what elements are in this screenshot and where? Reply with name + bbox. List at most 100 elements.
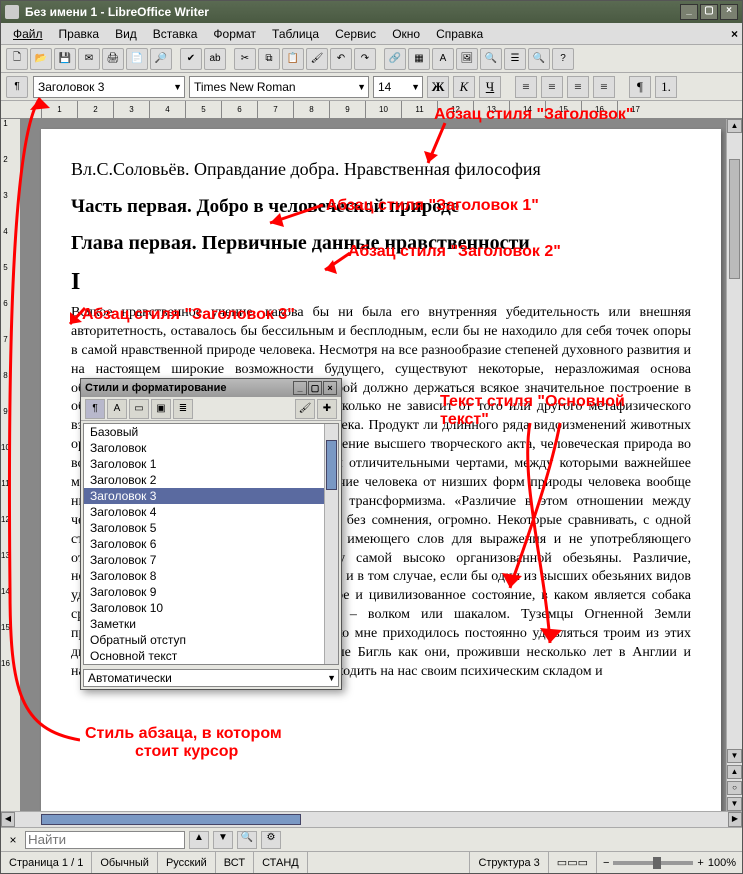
- new-style-icon[interactable]: ✚: [317, 399, 337, 419]
- status-insert-mode[interactable]: ВСТ: [216, 852, 254, 873]
- paragraph-styles-icon[interactable]: ¶: [85, 399, 105, 419]
- align-right-button[interactable]: ≡: [567, 76, 589, 98]
- A-button[interactable]: A: [432, 48, 454, 70]
- style-item[interactable]: Заголовок 3: [84, 488, 338, 504]
- table-button[interactable]: ▦: [408, 48, 430, 70]
- zoom-slider[interactable]: [613, 861, 693, 865]
- new-button[interactable]: 🗋: [6, 48, 28, 70]
- menu-file[interactable]: Файл: [5, 25, 51, 43]
- redo-button[interactable]: ↷: [354, 48, 376, 70]
- status-page-style[interactable]: Обычный: [92, 852, 158, 873]
- menu-tools[interactable]: Сервис: [327, 25, 384, 43]
- gallery-button[interactable]: 🖼: [456, 48, 478, 70]
- style-item[interactable]: Основной текст: [84, 648, 338, 664]
- scroll-down-arrow[interactable]: ▼: [727, 749, 742, 763]
- panel-titlebar[interactable]: Стили и форматирование _ ▢ ×: [81, 379, 341, 397]
- menu-view[interactable]: Вид: [107, 25, 145, 43]
- style-item[interactable]: Заголовок 2: [84, 472, 338, 488]
- style-item[interactable]: Заголовок: [84, 440, 338, 456]
- style-item[interactable]: Базовый: [84, 424, 338, 440]
- save-button[interactable]: 💾: [54, 48, 76, 70]
- underline-button[interactable]: Ч: [479, 76, 501, 98]
- paste-button[interactable]: 📋: [282, 48, 304, 70]
- align-left-button[interactable]: ≡: [515, 76, 537, 98]
- preview-button[interactable]: 🔎: [150, 48, 172, 70]
- pdf-button[interactable]: 📄: [126, 48, 148, 70]
- style-item[interactable]: Заголовок 6: [84, 536, 338, 552]
- panel-minimize-button[interactable]: _: [293, 381, 307, 395]
- status-outline[interactable]: Структура 3: [470, 852, 548, 873]
- vertical-ruler[interactable]: 12345678910111213141516: [1, 119, 21, 811]
- paragraph-style-combo[interactable]: Заголовок 3 ▼: [33, 76, 185, 98]
- copy-button[interactable]: ⧉: [258, 48, 280, 70]
- style-item[interactable]: Заголовок 4: [84, 504, 338, 520]
- italic-button[interactable]: К: [453, 76, 475, 98]
- styles-list[interactable]: БазовыйЗаголовокЗаголовок 1Заголовок 2За…: [83, 423, 339, 665]
- style-item[interactable]: Заголовок 8: [84, 568, 338, 584]
- menu-insert[interactable]: Вставка: [145, 25, 206, 43]
- horizontal-scrollbar[interactable]: ◀ ▶: [1, 811, 742, 827]
- help-button[interactable]: ?: [552, 48, 574, 70]
- find-input[interactable]: [25, 831, 185, 849]
- page-styles-icon[interactable]: ▣: [151, 399, 171, 419]
- nav-target-button[interactable]: ○: [727, 781, 742, 795]
- zoom-value[interactable]: 100%: [708, 857, 736, 869]
- spell-button[interactable]: ✔: [180, 48, 202, 70]
- horizontal-scroll-thumb[interactable]: [41, 814, 301, 825]
- menu-help[interactable]: Справка: [428, 25, 491, 43]
- numbering-button[interactable]: 1.: [655, 76, 677, 98]
- document-close-icon[interactable]: ×: [731, 27, 738, 41]
- mail-button[interactable]: ✉: [78, 48, 100, 70]
- fill-format-icon[interactable]: 🖌: [295, 399, 315, 419]
- link-button[interactable]: 🔗: [384, 48, 406, 70]
- styles-list-scrollbar[interactable]: [324, 424, 338, 664]
- doc-heading-3[interactable]: I: [71, 269, 691, 296]
- line-spacing-button[interactable]: ¶: [629, 76, 651, 98]
- print-button[interactable]: 🖨: [102, 48, 124, 70]
- style-item[interactable]: Заголовок 10: [84, 600, 338, 616]
- style-item[interactable]: Заголовок 9: [84, 584, 338, 600]
- cut-button[interactable]: ✂: [234, 48, 256, 70]
- find-close-icon[interactable]: ×: [5, 833, 21, 847]
- doc-heading-2[interactable]: Глава первая. Первичные данные нравствен…: [71, 232, 691, 255]
- status-view-layout[interactable]: ▭▭▭: [549, 852, 597, 873]
- menu-table[interactable]: Таблица: [264, 25, 327, 43]
- menu-window[interactable]: Окно: [384, 25, 428, 43]
- find-options-button[interactable]: ⚙: [261, 831, 281, 849]
- bold-button[interactable]: Ж: [427, 76, 449, 98]
- status-language[interactable]: Русский: [158, 852, 216, 873]
- find-next-button[interactable]: ▼: [213, 831, 233, 849]
- brush-button[interactable]: 🖌: [306, 48, 328, 70]
- style-item[interactable]: Заголовок 7: [84, 552, 338, 568]
- open-button[interactable]: 📂: [30, 48, 52, 70]
- find-button[interactable]: 🔍: [480, 48, 502, 70]
- status-selection-mode[interactable]: СТАНД: [254, 852, 308, 873]
- status-page[interactable]: Страница 1 / 1: [1, 852, 92, 873]
- font-name-combo[interactable]: Times New Roman ▼: [189, 76, 369, 98]
- scroll-up-arrow[interactable]: ▲: [727, 119, 742, 133]
- undo-button[interactable]: ↶: [330, 48, 352, 70]
- zoom-control[interactable]: − + 100%: [597, 857, 742, 869]
- vertical-scrollbar[interactable]: ▲ ▼ ▲ ○ ▼: [726, 119, 742, 811]
- font-size-combo[interactable]: 14 ▼: [373, 76, 423, 98]
- maximize-button[interactable]: ▢: [700, 4, 718, 20]
- autospell-button[interactable]: ab: [204, 48, 226, 70]
- page-up-button[interactable]: ▲: [727, 765, 742, 779]
- close-button[interactable]: ×: [720, 4, 738, 20]
- scroll-right-arrow[interactable]: ▶: [728, 812, 742, 827]
- zoom-out-icon[interactable]: −: [603, 857, 609, 869]
- titlebar[interactable]: Без имени 1 - LibreOffice Writer _ ▢ ×: [1, 1, 742, 23]
- vertical-scroll-thumb[interactable]: [729, 159, 740, 279]
- horizontal-ruler[interactable]: 1234567891011121314151617: [1, 101, 742, 119]
- menu-edit[interactable]: Правка: [51, 25, 108, 43]
- styles-filter-combo[interactable]: Автоматически ▼: [83, 669, 339, 687]
- menu-format[interactable]: Формат: [205, 25, 264, 43]
- style-item[interactable]: Заголовок 5: [84, 520, 338, 536]
- frame-styles-icon[interactable]: ▭: [129, 399, 149, 419]
- align-justify-button[interactable]: ≡: [593, 76, 615, 98]
- zoom-slider-thumb[interactable]: [653, 857, 661, 869]
- style-item[interactable]: Заметки: [84, 616, 338, 632]
- style-item[interactable]: Обратный отступ: [84, 632, 338, 648]
- scroll-left-arrow[interactable]: ◀: [1, 812, 15, 827]
- styles-list-thumb[interactable]: [326, 440, 337, 490]
